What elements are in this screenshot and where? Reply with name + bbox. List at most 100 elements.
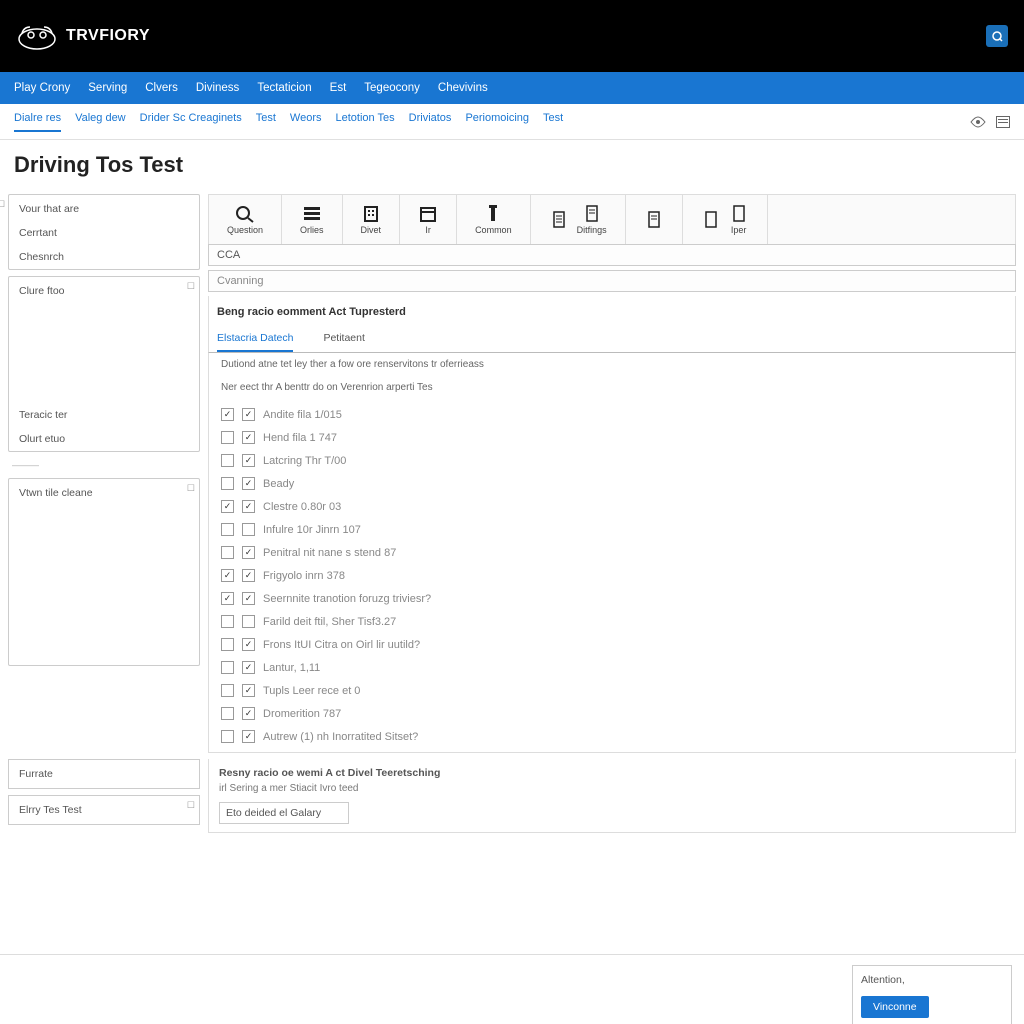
checkbox-primary[interactable] <box>221 615 234 628</box>
sub-nav-item[interactable]: Driviatos <box>409 112 452 132</box>
checkbox-primary[interactable] <box>221 592 234 605</box>
nav-item[interactable]: Play Crony <box>14 82 70 94</box>
panel-item[interactable]: Chesnrch <box>9 245 199 269</box>
question-label: Tupls Leer rece et 0 <box>263 685 360 697</box>
section-tab[interactable]: Elstacria Datech <box>217 326 293 352</box>
panel-item[interactable]: Teracic ter <box>9 403 199 427</box>
checkbox-secondary[interactable] <box>242 638 255 651</box>
question-row[interactable]: Penitral nit nane s stend 87 <box>209 541 1015 564</box>
checkbox-secondary[interactable] <box>242 477 255 490</box>
checkbox-secondary[interactable] <box>242 523 255 536</box>
toolbar-ditfings[interactable]: Ditfings <box>531 195 626 244</box>
collapse-icon[interactable]: ☐ <box>187 281 195 292</box>
checkbox-primary[interactable] <box>221 638 234 651</box>
checkbox-primary[interactable] <box>221 523 234 536</box>
question-row[interactable]: Beady <box>209 472 1015 495</box>
question-row[interactable]: Autrew (1) nh Inorratited Sitset? <box>209 725 1015 748</box>
nav-item[interactable]: Serving <box>88 82 127 94</box>
question-row[interactable]: Dromerition 787 <box>209 702 1015 725</box>
checkbox-secondary[interactable] <box>242 707 255 720</box>
question-row[interactable]: Hend fila 1 747 <box>209 426 1015 449</box>
document-icon <box>729 205 749 223</box>
collapse-icon[interactable]: ☐ <box>187 483 195 494</box>
panel-icon[interactable] <box>996 116 1010 128</box>
toolbar-ir[interactable]: Ir <box>400 195 457 244</box>
checkbox-primary[interactable] <box>221 546 234 559</box>
nav-item[interactable]: Diviness <box>196 82 239 94</box>
question-row[interactable]: Frigyolo inrn 378 <box>209 564 1015 587</box>
toolbar-question[interactable]: Question <box>209 195 282 244</box>
section-tab[interactable]: Petitaent <box>323 326 364 352</box>
checkbox-secondary[interactable] <box>242 546 255 559</box>
checkbox-primary[interactable] <box>221 477 234 490</box>
main-content: ☐ Vour that are Cerrtant Chesnrch ☐ Clur… <box>0 194 1024 753</box>
action-toolbar: Question Orlies Divet Ir Common <box>208 194 1016 244</box>
collapse-icon[interactable]: ☐ <box>187 800 195 811</box>
sub-nav-item[interactable]: Test <box>256 112 276 132</box>
toolbar-iper[interactable]: Iper <box>683 195 768 244</box>
checkbox-primary[interactable] <box>221 661 234 674</box>
question-label: Infulre 10r Jinrn 107 <box>263 524 361 536</box>
nav-item[interactable]: Tectaticion <box>257 82 311 94</box>
question-row[interactable]: Latcring Thr T/00 <box>209 449 1015 472</box>
question-row[interactable]: Lantur, 1,11 <box>209 656 1015 679</box>
checkbox-primary[interactable] <box>221 730 234 743</box>
nav-item[interactable]: Est <box>330 82 347 94</box>
search-icon <box>235 205 255 223</box>
sub-nav-item[interactable]: Valeg dew <box>75 112 126 132</box>
checkbox-secondary[interactable] <box>242 500 255 513</box>
visibility-icon[interactable] <box>970 116 986 128</box>
nav-item[interactable]: Tegeocony <box>364 82 420 94</box>
checkbox-primary[interactable] <box>221 408 234 421</box>
category-select[interactable]: Eto deided el Galary <box>219 802 349 824</box>
question-row[interactable]: Seernnite tranotion foruzg triviesr? <box>209 587 1015 610</box>
checkbox-secondary[interactable] <box>242 661 255 674</box>
checkbox-primary[interactable] <box>221 707 234 720</box>
question-row[interactable]: Andite fila 1/015 <box>209 403 1015 426</box>
main-panel: Question Orlies Divet Ir Common <box>208 194 1016 753</box>
app-logo[interactable]: TRVFIORY <box>16 21 150 51</box>
filter-input-cvanning[interactable]: Cvanning <box>208 270 1016 292</box>
checkbox-primary[interactable] <box>221 569 234 582</box>
footer-bar: Altention, Vinconne <box>0 954 1024 1024</box>
checkbox-secondary[interactable] <box>242 615 255 628</box>
question-row[interactable]: Clestre 0.80r 03 <box>209 495 1015 518</box>
question-row[interactable]: Tupls Leer rece et 0 <box>209 679 1015 702</box>
sub-nav-item[interactable]: Periomoicing <box>465 112 529 132</box>
checkbox-primary[interactable] <box>221 431 234 444</box>
sub-nav-item[interactable]: Drider Sc Creaginets <box>140 112 242 132</box>
checkbox-secondary[interactable] <box>242 408 255 421</box>
checkbox-secondary[interactable] <box>242 730 255 743</box>
filter-input-cca[interactable]: CCA <box>208 244 1016 266</box>
toolbar-orlies[interactable]: Orlies <box>282 195 343 244</box>
panel-item[interactable]: Olurt etuo <box>9 427 199 451</box>
sub-nav-item[interactable]: Test <box>543 112 563 132</box>
question-label: Clestre 0.80r 03 <box>263 501 341 513</box>
checkbox-primary[interactable] <box>221 684 234 697</box>
nav-item[interactable]: Chevivins <box>438 82 488 94</box>
sub-nav-item[interactable]: Letotion Tes <box>336 112 395 132</box>
continue-button[interactable]: Vinconne <box>861 996 929 1018</box>
document-icon <box>582 205 602 223</box>
checkbox-secondary[interactable] <box>242 592 255 605</box>
toolbar-common[interactable]: Common <box>457 195 531 244</box>
collapse-icon[interactable]: ☐ <box>0 199 5 210</box>
toolbar-doc[interactable] <box>626 195 683 244</box>
bottom-left-panel: Elrry Tes Test ☐ <box>8 795 200 825</box>
checkbox-primary[interactable] <box>221 454 234 467</box>
checkbox-secondary[interactable] <box>242 431 255 444</box>
question-row[interactable]: Infulre 10r Jinrn 107 <box>209 518 1015 541</box>
checkbox-secondary[interactable] <box>242 569 255 582</box>
checkbox-secondary[interactable] <box>242 454 255 467</box>
question-row[interactable]: Frons ItUI Citra on Oirl lir uutild? <box>209 633 1015 656</box>
checkbox-secondary[interactable] <box>242 684 255 697</box>
question-row[interactable]: Farild deit ftil, Sher Tisf3.27 <box>209 610 1015 633</box>
nav-item[interactable]: Clvers <box>145 82 178 94</box>
panel-text: Elrry Tes Test <box>19 804 82 816</box>
sub-nav-item[interactable]: Dialre res <box>14 112 61 132</box>
panel-item[interactable]: Cerrtant <box>9 221 199 245</box>
header-action-button[interactable] <box>986 25 1008 47</box>
toolbar-divet[interactable]: Divet <box>343 195 401 244</box>
checkbox-primary[interactable] <box>221 500 234 513</box>
sub-nav-item[interactable]: Weors <box>290 112 322 132</box>
